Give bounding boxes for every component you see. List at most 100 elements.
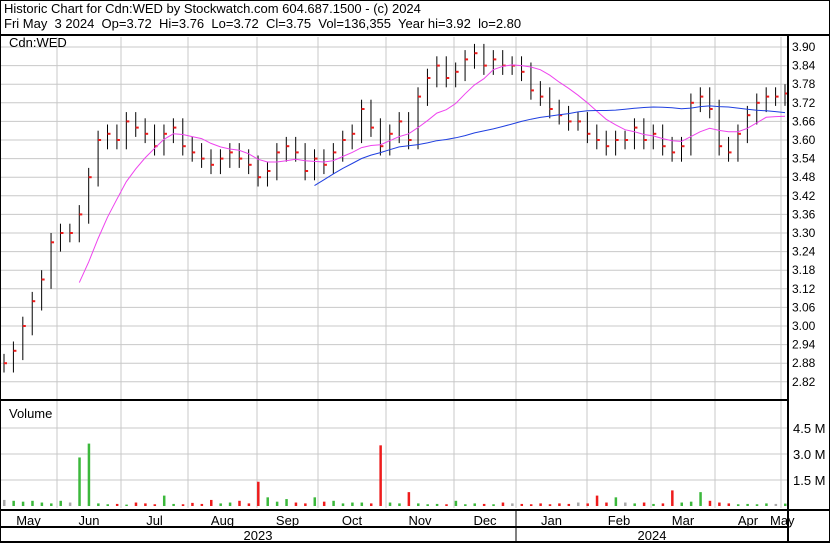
year-label: 2023	[244, 528, 273, 543]
price-tick-label: 3.00	[792, 319, 816, 333]
volume-bar	[388, 502, 392, 506]
month-label: Jan	[541, 513, 562, 528]
volume-bar	[144, 503, 147, 506]
volume-bar	[774, 503, 778, 506]
volume-bar	[3, 499, 6, 506]
volume-bar	[784, 503, 787, 506]
volume-bar	[426, 504, 429, 506]
volume-bar	[238, 500, 241, 506]
volume-bar	[134, 502, 138, 506]
volume-bar	[614, 497, 618, 506]
volume-bar	[539, 503, 542, 506]
volume-bar	[181, 504, 185, 506]
volume-bar	[369, 503, 373, 506]
volume-bar	[671, 490, 674, 506]
volume-bar	[313, 497, 317, 506]
price-tick-label: 2.88	[792, 356, 816, 370]
stock-chart: Historic Chart for Cdn:WED by Stockwatch…	[0, 0, 830, 543]
price-tick-label: 3.78	[792, 77, 816, 91]
price-tick-label: 3.36	[792, 207, 816, 221]
volume-bar	[548, 504, 552, 506]
volume-bar	[31, 500, 34, 506]
volume-bar	[529, 504, 533, 506]
volume-bar	[68, 502, 72, 506]
volume-bar	[765, 503, 768, 506]
volume-bar	[482, 503, 486, 506]
volume-bar	[322, 501, 326, 506]
month-label: May	[770, 513, 795, 528]
volume-bar	[332, 500, 335, 506]
price-tick-label: 3.12	[792, 282, 816, 296]
volume-bar	[652, 503, 655, 506]
chart-border	[0, 0, 830, 543]
volume-bar	[125, 504, 128, 506]
month-label: Dec	[473, 513, 497, 528]
volume-bar	[755, 504, 759, 506]
volume-bar	[689, 501, 693, 506]
month-label: Oct	[342, 513, 363, 528]
volume-bar	[228, 502, 232, 506]
volume-bar	[50, 503, 53, 506]
month-label: Jun	[79, 513, 100, 528]
month-label: Sep	[276, 513, 299, 528]
volume-bar	[661, 503, 665, 506]
month-label: Apr	[738, 513, 759, 528]
volume-bar	[586, 503, 589, 506]
volume-label: Volume	[9, 406, 52, 421]
volume-bar	[407, 492, 411, 506]
volume-bar	[633, 503, 636, 506]
volume-bar	[680, 502, 683, 506]
volume-bar	[699, 492, 702, 506]
year-label: 2024	[638, 528, 667, 543]
month-label: Aug	[211, 513, 234, 528]
volume-bar	[642, 502, 646, 506]
volume-tick-label: 3.0 M	[793, 447, 826, 462]
price-tick-label: 2.82	[792, 375, 816, 389]
volume-bar	[172, 503, 175, 506]
volume-bar	[153, 504, 157, 506]
volume-bar	[257, 481, 260, 506]
volume-bar	[445, 504, 448, 506]
volume-bar	[115, 503, 119, 506]
volume-bar	[398, 503, 401, 506]
volume-bar	[501, 502, 505, 506]
price-tick-label: 3.24	[792, 245, 816, 259]
volume-bar	[191, 502, 194, 506]
price-tick-label: 3.18	[792, 263, 816, 277]
price-tick-label: 3.72	[792, 96, 816, 110]
price-tick-label: 3.66	[792, 114, 816, 128]
volume-bar	[511, 503, 514, 506]
volume-bar	[40, 502, 44, 506]
volume-bar	[304, 503, 307, 506]
month-label: Feb	[608, 513, 630, 528]
volume-bar	[736, 504, 740, 506]
month-label: Nov	[408, 513, 432, 528]
volume-bar	[473, 503, 476, 506]
month-label: Jul	[146, 513, 163, 528]
price-tick-label: 2.94	[792, 338, 816, 352]
volume-bar	[97, 503, 100, 506]
price-tick-label: 3.60	[792, 133, 816, 147]
price-tick-label: 3.54	[792, 152, 816, 166]
price-tick-label: 3.84	[792, 59, 816, 73]
volume-bar	[266, 497, 269, 506]
volume-tick-label: 4.5 M	[793, 421, 826, 436]
month-label: May	[16, 513, 41, 528]
volume-bar	[87, 443, 91, 506]
price-tick-label: 3.42	[792, 189, 816, 203]
volume-bar	[567, 503, 571, 506]
volume-bar	[558, 503, 561, 506]
volume-bar	[520, 503, 524, 506]
volume-bar	[708, 500, 712, 506]
volume-bar	[624, 502, 627, 506]
volume-bar	[285, 499, 288, 506]
volume-bar	[247, 503, 251, 506]
price-tick-label: 3.30	[792, 226, 816, 240]
chart-canvas: Cdn:WED Volume 3.90 3.84 3.78 3.72 3.66 3.60 3…	[0, 0, 830, 543]
volume-bar	[379, 445, 382, 506]
price-tick-label: 3.48	[792, 170, 816, 184]
volume-bar	[360, 502, 364, 506]
volume-bar	[727, 503, 731, 506]
volume-bar	[59, 500, 62, 506]
volume-bar	[605, 502, 608, 506]
